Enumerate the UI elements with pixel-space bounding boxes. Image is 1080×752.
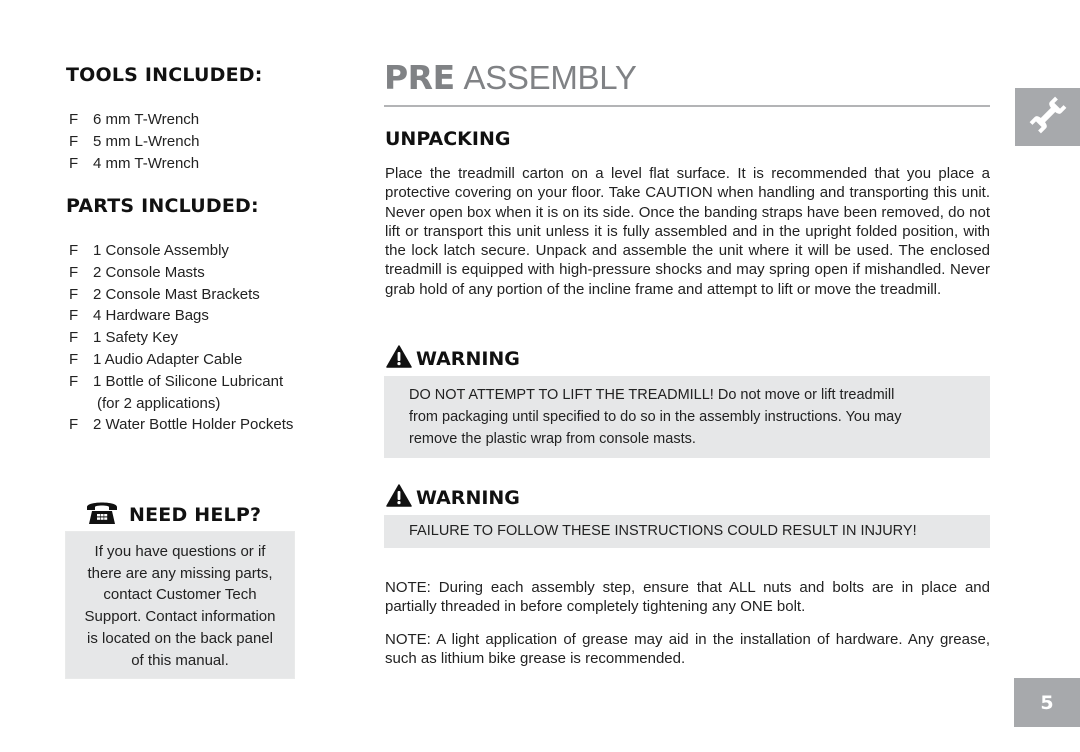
checkbox-bullet: F [69,285,79,303]
help-text-line: is located on the back panel [87,629,273,647]
help-text-line: Support. Contact information [84,608,276,626]
list-item: F6 mm T-Wrench [66,109,326,131]
note-2: NOTE: A light application of grease may … [385,631,990,668]
tools-list: F6 mm T-Wrench F5 mm L-Wrench F4 mm T-Wr… [66,109,326,174]
warning-triangle-icon [386,484,412,512]
checkbox-bullet: F [69,111,79,128]
telephone-icon [85,499,119,530]
checkbox-bullet: F [69,329,79,347]
page-number: 5 [1040,691,1054,714]
warning-box-1: DO NOT ATTEMPT TO LIFT THE TREADMILL! Do… [384,376,990,458]
page-number-tab: 5 [1014,678,1080,727]
help-text-line: contact Customer Tech [103,586,257,604]
warning-box-2: FAILURE TO FOLLOW THESE INSTRUCTIONS COU… [384,515,990,548]
warning-text-line: FAILURE TO FOLLOW THESE INSTRUCTIONS COU… [409,523,917,539]
checkbox-bullet: F [69,307,79,325]
parts-list: F1 Console Assembly F2 Console Masts F2 … [66,240,346,436]
parts-included-heading: PARTS INCLUDED: [66,195,259,217]
list-item: F1 Bottle of Silicone Lubricant [66,371,346,393]
help-info-box: If you have questions or if there are an… [65,531,295,679]
checkbox-bullet: F [69,372,79,390]
checkbox-bullet: F [69,350,79,368]
need-help-title: NEED HELP? [129,503,262,526]
unpacking-text: Place the treadmill carton on a level fl… [385,165,990,298]
list-item: F1 Safety Key [66,327,346,349]
help-text-line: of this manual. [131,651,229,669]
list-item: F4 mm T-Wrench [66,153,326,175]
checkbox-bullet: F [69,154,79,172]
checkbox-bullet: F [69,242,79,259]
unpacking-heading: UNPACKING [385,128,511,150]
list-item: F4 Hardware Bags [66,305,346,327]
warning-heading-1: WARNING [386,345,520,373]
warning-title: WARNING [416,487,520,509]
list-item: F1 Console Assembly [66,240,346,262]
title-divider [384,105,990,107]
help-text-line: If you have questions or if [94,543,266,560]
list-item: F2 Console Mast Brackets [66,284,346,306]
warning-triangle-icon [386,345,412,373]
page-title-light: ASSEMBLY [463,59,637,96]
warning-text-line: remove the plastic wrap from console mas… [409,431,696,447]
checkbox-bullet: F [69,132,79,150]
wrench-icon [1026,93,1070,142]
warning-heading-2: WARNING [386,484,520,512]
tools-included-heading: TOOLS INCLUDED: [66,64,263,86]
help-text-line: there are any missing parts, [87,564,273,582]
list-item-note: (for 2 applications) [97,394,221,412]
need-help-heading: NEED HELP? [85,499,261,530]
page-title: PRE ASSEMBLY [384,58,637,97]
warning-text-line: from packaging until specified to do so … [409,409,902,425]
note-1: NOTE: During each assembly step, ensure … [385,579,990,616]
page-title-bold: PRE [384,58,455,97]
checkbox-bullet: F [69,416,79,434]
list-item: F2 Console Masts [66,262,346,284]
list-item: F1 Audio Adapter Cable [66,349,346,371]
warning-text-line: DO NOT ATTEMPT TO LIFT THE TREADMILL! Do… [409,387,895,403]
section-tab [1015,88,1080,146]
list-item: F2 Water Bottle Holder Pockets [66,414,346,436]
list-item: F5 mm L-Wrench [66,131,326,153]
warning-title: WARNING [416,348,520,370]
checkbox-bullet: F [69,263,79,281]
